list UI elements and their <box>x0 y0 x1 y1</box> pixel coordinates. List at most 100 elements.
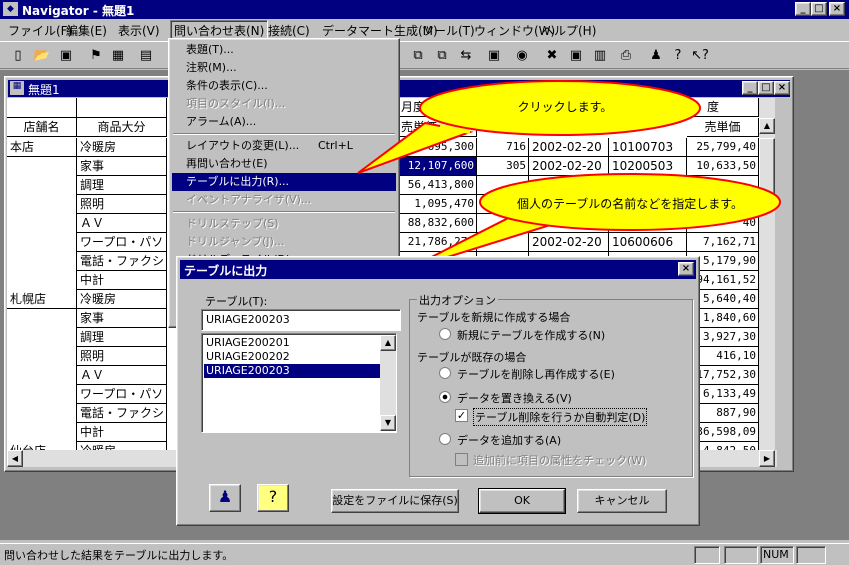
grid-cell-cat[interactable]: 冷暖房 <box>77 290 167 309</box>
grid-cell-cat[interactable]: 電話・ファクシ <box>77 404 167 423</box>
context-help-icon[interactable]: ↖? <box>690 46 710 66</box>
table-list-item[interactable]: URIAGE200201 <box>204 336 380 350</box>
doc-minimize-button[interactable]: _ <box>742 81 758 95</box>
chart-icon[interactable]: ▦ <box>108 46 128 66</box>
grid-cell-store[interactable] <box>7 214 77 233</box>
print-icon[interactable]: ⎙ <box>616 46 636 66</box>
grid-cell-cat[interactable]: 冷暖房 <box>77 442 167 450</box>
menu-tools[interactable]: ツール(T) <box>422 22 475 39</box>
scroll-up-icon[interactable]: ▲ <box>759 118 775 134</box>
radio-replace-label[interactable]: データを置き換える(V) <box>457 390 572 406</box>
minimize-button[interactable]: _ <box>795 2 811 16</box>
grid-cell-cat[interactable]: ＡＶ <box>77 214 167 233</box>
toolbar: ▯ 📂 ▣ ⚑ ▦ ▤ ⧉ ⧉ ⇆ ▣ ◉ ✖ ▣ ▥ ⎙ ♟ ? ↖? <box>0 41 849 69</box>
grid-cell-store[interactable]: 本店 <box>7 138 77 157</box>
user-button[interactable]: ♟ <box>209 484 241 512</box>
close-button[interactable]: × <box>829 2 845 16</box>
grid-cell-store[interactable]: 仙台店 <box>7 442 77 450</box>
app-title: Navigator - 無題1 <box>22 4 135 18</box>
scroll-right-icon[interactable]: ▶ <box>759 450 775 467</box>
list-scroll-down-icon[interactable]: ▼ <box>380 415 396 431</box>
transfer-icon[interactable]: ⇆ <box>456 46 476 66</box>
radio-recreate[interactable] <box>439 367 451 379</box>
grid-cell-cat[interactable]: 中計 <box>77 423 167 442</box>
grid-cell-cat[interactable]: 調理 <box>77 328 167 347</box>
grid-cell-cat[interactable]: 照明 <box>77 195 167 214</box>
paste-icon[interactable]: ⧉ <box>432 46 452 66</box>
scroll-left-icon[interactable]: ◀ <box>7 450 23 467</box>
table-name-input[interactable]: URIAGE200203 <box>201 309 401 331</box>
checkbox-auto-judge[interactable]: ✓ <box>455 409 468 422</box>
menu-item-label: レイアウトの変更(L)... <box>186 139 300 152</box>
grid-cell-store[interactable] <box>7 385 77 404</box>
table-list[interactable]: URIAGE200201 URIAGE200202 URIAGE200203 ▲ ▼ <box>201 333 397 433</box>
menu-help[interactable]: ヘルプ(H) <box>542 22 596 39</box>
radio-replace[interactable] <box>439 391 451 403</box>
grid-cell-store[interactable]: 札幌店 <box>7 290 77 309</box>
export-icon[interactable]: ▣ <box>484 46 504 66</box>
grid-cell-cat[interactable]: 家事 <box>77 309 167 328</box>
grid-cell-cat[interactable]: ワープロ・パソ <box>77 385 167 404</box>
doc-close-button[interactable]: × <box>774 81 790 95</box>
grid-cell-cat[interactable]: 中計 <box>77 271 167 290</box>
cross-icon[interactable]: ✖ <box>542 46 562 66</box>
grid-cell-store[interactable] <box>7 309 77 328</box>
menu-item-title[interactable]: 表題(T)... <box>172 41 396 59</box>
grid-cell-store[interactable] <box>7 423 77 442</box>
grid-cell-store[interactable] <box>7 347 77 366</box>
help-icon[interactable]: ? <box>668 46 688 66</box>
grid-cell-cat[interactable]: ワープロ・パソ <box>77 233 167 252</box>
radio-append[interactable] <box>439 433 451 445</box>
menu-connect[interactable]: 接続(C) <box>268 22 310 39</box>
help-button[interactable]: ? <box>257 484 289 512</box>
dialog-close-button[interactable]: × <box>678 262 694 276</box>
radio-new-table-label[interactable]: 新規にテーブルを作成する(N) <box>457 327 605 343</box>
table-list-item[interactable]: URIAGE200202 <box>204 350 380 364</box>
ok-button[interactable]: OK <box>478 488 566 514</box>
document-icon: ▦ <box>10 81 24 95</box>
grid-cell-store[interactable] <box>7 233 77 252</box>
grid-cell-store[interactable] <box>7 404 77 423</box>
grid-cell-store[interactable] <box>7 328 77 347</box>
grid-cell-store[interactable] <box>7 366 77 385</box>
save-settings-button[interactable]: 設定をファイルに保存(S) <box>331 489 459 513</box>
grid-cell-cat[interactable]: 電話・ファクシ <box>77 252 167 271</box>
db-icon[interactable]: ▥ <box>590 46 610 66</box>
user-icon[interactable]: ♟ <box>646 46 666 66</box>
cancel-button[interactable]: キャンセル <box>577 489 667 513</box>
grid-cell-store[interactable] <box>7 176 77 195</box>
grid-cell-store[interactable] <box>7 195 77 214</box>
radio-append-label[interactable]: データを追加する(A) <box>457 432 561 448</box>
doc-maximize-button[interactable]: □ <box>758 81 774 95</box>
menu-edit[interactable]: 編集(E) <box>66 22 107 39</box>
grid-icon[interactable]: ▤ <box>136 46 156 66</box>
save-icon[interactable]: ▣ <box>56 46 76 66</box>
radio-new-table[interactable] <box>439 328 451 340</box>
menu-datamart[interactable]: データマート生成(M) <box>322 22 438 39</box>
grid-cell-store[interactable] <box>7 157 77 176</box>
grid-cell-store[interactable] <box>7 271 77 290</box>
menu-item-drill-jump: ドリルジャンプ(J)... <box>186 235 285 248</box>
database-icon[interactable]: ◉ <box>512 46 532 66</box>
grid-cell-cat[interactable]: 照明 <box>77 347 167 366</box>
menu-view[interactable]: 表示(V) <box>118 22 160 39</box>
new-icon[interactable]: ▯ <box>8 46 28 66</box>
menu-item-note[interactable]: 注釈(M)... <box>172 59 396 77</box>
checkbox-auto-judge-label[interactable]: テーブル削除を行うか自動判定(D) <box>473 408 648 426</box>
table-list-item[interactable]: URIAGE200203 <box>204 364 380 378</box>
flag-icon[interactable]: ⚑ <box>86 46 106 66</box>
radio-recreate-label[interactable]: テーブルを削除し再作成する(E) <box>457 366 615 382</box>
grid-cell-cat[interactable]: ＡＶ <box>77 366 167 385</box>
copy-icon[interactable]: ⧉ <box>408 46 428 66</box>
grid-cell-cat[interactable]: 冷暖房 <box>77 138 167 157</box>
grid-cell-store[interactable] <box>7 252 77 271</box>
grid-cell-cat[interactable]: 調理 <box>77 176 167 195</box>
maximize-button[interactable]: □ <box>811 2 827 16</box>
window-icon[interactable]: ▣ <box>566 46 586 66</box>
menu-file[interactable]: ファイル(F) <box>8 22 72 39</box>
list-scroll-up-icon[interactable]: ▲ <box>380 335 396 351</box>
grid-cell-cat[interactable]: 家事 <box>77 157 167 176</box>
col-header-store: 店舗名 <box>7 118 77 137</box>
open-icon[interactable]: 📂 <box>32 46 52 66</box>
list-scrollbar[interactable]: ▲ ▼ <box>380 335 396 431</box>
